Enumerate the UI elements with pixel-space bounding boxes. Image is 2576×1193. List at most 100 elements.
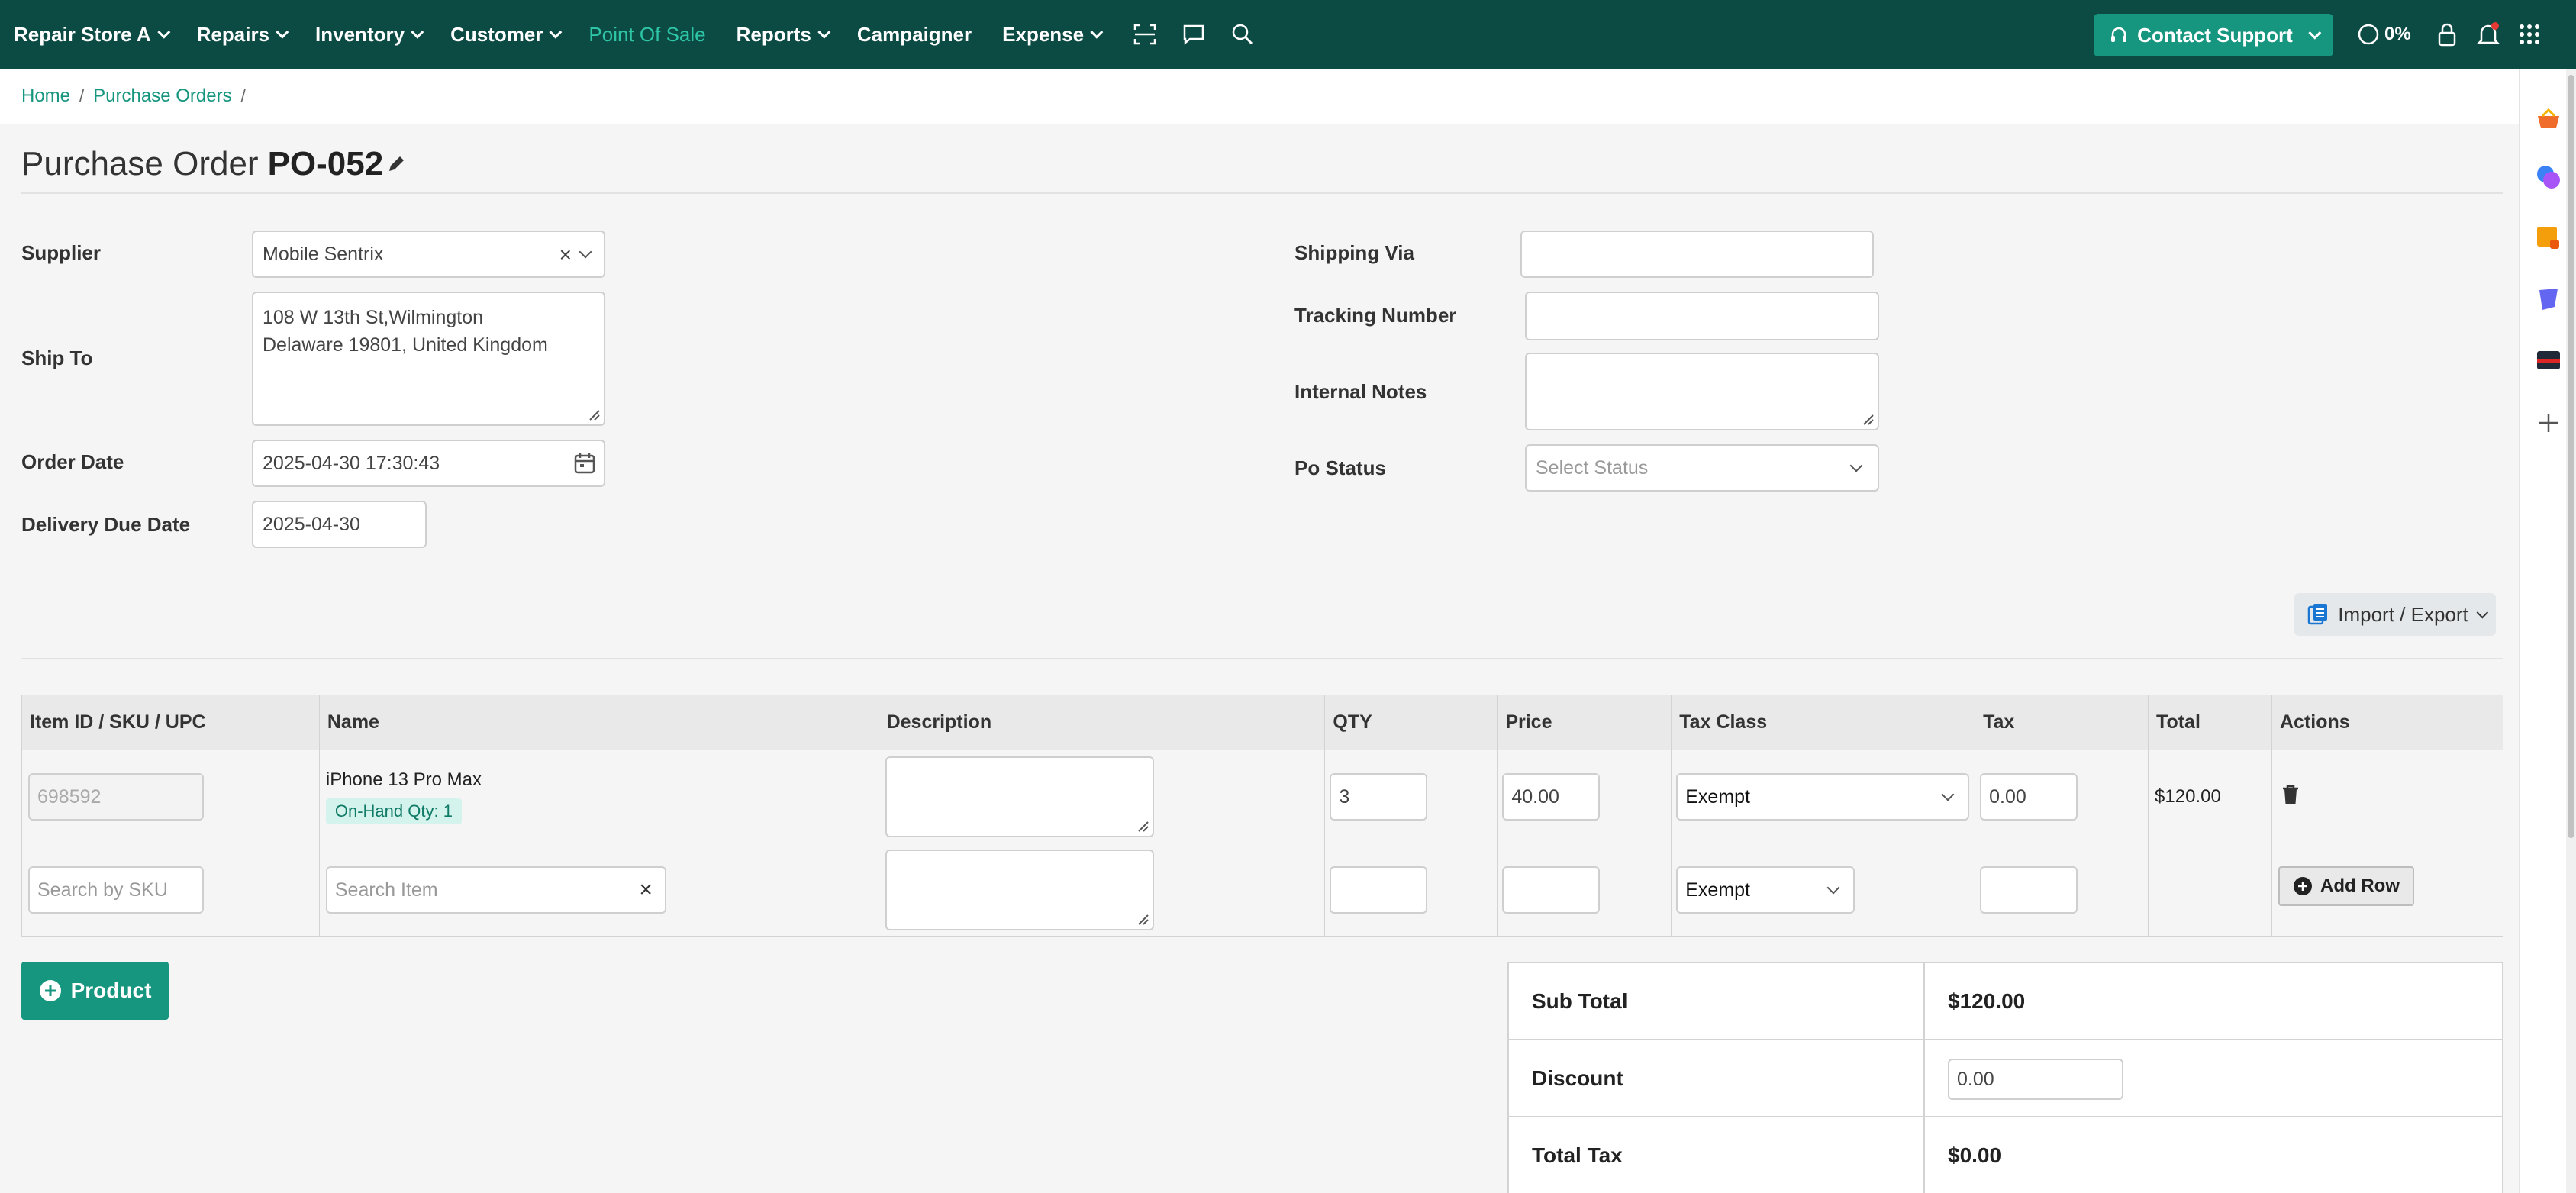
sku-input[interactable]: 698592 [28, 773, 204, 821]
table-row: 698592 iPhone 13 Pro Max On-Hand Qty: 1 … [21, 750, 2503, 843]
tax-input[interactable] [1980, 866, 2078, 914]
tax-class-value: Exempt [1685, 785, 1751, 808]
supplier-select[interactable]: Mobile Sentrix × [252, 231, 605, 278]
apps-grid-icon[interactable] [2514, 19, 2545, 50]
search-icon[interactable] [1227, 19, 1258, 50]
store-selector[interactable]: Repair Store A [14, 0, 170, 69]
shipping-via-input[interactable] [1520, 231, 1874, 278]
resize-handle-icon[interactable] [588, 409, 601, 421]
resize-handle-icon[interactable] [1862, 414, 1875, 426]
sku-cell: 698592 [21, 750, 320, 843]
clear-icon[interactable]: × [639, 877, 653, 903]
nav-campaigner[interactable]: Campaigner [857, 0, 972, 69]
po-status-select[interactable]: Select Status [1525, 444, 1879, 492]
calendar-icon[interactable] [573, 452, 596, 475]
scan-icon[interactable] [1130, 19, 1160, 50]
resize-handle-icon[interactable] [1137, 821, 1149, 833]
internal-notes-textarea[interactable] [1525, 353, 1879, 430]
nav-campaigner-label: Campaigner [856, 22, 972, 46]
qty-cell [1324, 843, 1498, 937]
scrollbar-thumb[interactable] [2568, 75, 2574, 838]
chevron-down-icon [1849, 459, 1863, 472]
headset-icon [2111, 27, 2127, 42]
breadcrumb-purchase-orders[interactable]: Purchase Orders [93, 85, 231, 107]
qty-input[interactable]: 3 [1330, 773, 1428, 821]
chevron-down-icon [411, 25, 424, 39]
notes-icon[interactable] [2535, 224, 2562, 252]
description-textarea[interactable] [885, 756, 1154, 837]
tax-class-select[interactable]: Exempt [1676, 773, 1970, 821]
description-textarea[interactable] [885, 850, 1154, 930]
discount-label: Discount [1507, 1039, 1925, 1117]
divider [21, 658, 2503, 659]
tax-class-select[interactable]: Exempt [1676, 866, 1855, 914]
scrollbar[interactable] [2566, 69, 2576, 1193]
description-cell [878, 750, 1326, 843]
wallet-icon[interactable] [2535, 347, 2562, 374]
add-row-button[interactable]: Add Row [2278, 866, 2414, 906]
column-header: QTY [1324, 695, 1498, 750]
add-icon[interactable] [2535, 409, 2562, 437]
nav-customer-label: Customer [450, 22, 543, 46]
nav-reports[interactable]: Reports [736, 0, 831, 69]
copilot-icon[interactable] [2535, 163, 2562, 191]
nav-inventory[interactable]: Inventory [315, 0, 424, 69]
chevron-down-icon [2308, 26, 2322, 40]
discount-cell: 0.00 [1923, 1039, 2503, 1117]
pencil-icon[interactable] [386, 154, 406, 174]
chevron-down-icon [549, 25, 563, 39]
column-header: Tax Class [1671, 695, 1976, 750]
tracking-number-input[interactable] [1525, 292, 1879, 340]
qty-input[interactable] [1330, 866, 1428, 914]
po-status-placeholder: Select Status [1536, 456, 1649, 479]
breadcrumb-separator: / [79, 86, 85, 105]
nav-repairs[interactable]: Repairs [197, 0, 289, 69]
internal-notes-label: Internal Notes [1294, 380, 1427, 403]
import-export-label: Import / Export [2338, 602, 2468, 626]
shopping-basket-icon[interactable] [2535, 105, 2562, 133]
nav-customer[interactable]: Customer [450, 0, 563, 69]
breadcrumb: Home / Purchase Orders / [0, 69, 2519, 124]
search-item-input[interactable]: Search Item × [325, 866, 666, 914]
chevron-down-icon [1826, 881, 1840, 895]
tax-class-cell: Exempt [1671, 750, 1976, 843]
ship-to-textarea[interactable]: 108 W 13th St,Wilmington Delaware 19801,… [252, 292, 605, 426]
items-table: Item ID / SKU / UPC Name Description QTY… [21, 695, 2503, 937]
tax-input[interactable]: 0.00 [1980, 773, 2078, 821]
resize-handle-icon[interactable] [1137, 914, 1149, 926]
nav-point-of-sale[interactable]: Point Of Sale [588, 0, 705, 69]
add-product-button[interactable]: Product [21, 962, 169, 1020]
trash-icon[interactable] [2281, 784, 2300, 805]
price-input[interactable]: 40.00 [1502, 773, 1601, 821]
notification-bell-icon[interactable] [2473, 19, 2503, 50]
ship-to-line2: Delaware 19801, United Kingdom [263, 334, 548, 356]
delivery-due-date-input[interactable]: 2025-04-30 [252, 501, 427, 548]
tax-cell [1975, 843, 2149, 937]
table-header-row: Item ID / SKU / UPC Name Description QTY… [21, 695, 2503, 750]
sku-search-cell: Search by SKU [21, 843, 320, 937]
chevron-down-icon [276, 25, 289, 39]
discount-input[interactable]: 0.00 [1948, 1059, 2123, 1100]
order-date-input[interactable]: 2025-04-30 17:30:43 [252, 440, 605, 487]
qty-cell: 3 [1324, 750, 1498, 843]
chevron-down-icon [2476, 606, 2488, 618]
nav-reports-label: Reports [736, 22, 811, 46]
column-header: Actions [2271, 695, 2503, 750]
breadcrumb-home[interactable]: Home [21, 85, 70, 107]
clear-icon[interactable]: × [559, 243, 572, 267]
price-input[interactable] [1502, 866, 1601, 914]
nav-expense[interactable]: Expense [1002, 0, 1104, 69]
shield-icon[interactable] [2535, 285, 2562, 313]
product-name: iPhone 13 Pro Max [325, 769, 482, 790]
chat-icon[interactable] [1178, 19, 1209, 50]
lock-icon[interactable] [2432, 19, 2462, 50]
contact-support-button[interactable]: Contact Support [2094, 14, 2333, 56]
search-by-sku-input[interactable]: Search by SKU [28, 866, 204, 914]
import-export-button[interactable]: Import / Export [2294, 593, 2496, 636]
totals-row: Sub Total $120.00 [1507, 962, 2503, 1040]
breadcrumb-separator: / [240, 86, 246, 105]
column-header: Tax [1975, 695, 2149, 750]
column-header: Price [1497, 695, 1672, 750]
add-row-label: Add Row [2320, 875, 2400, 896]
progress-indicator[interactable]: 0% [2357, 19, 2415, 50]
